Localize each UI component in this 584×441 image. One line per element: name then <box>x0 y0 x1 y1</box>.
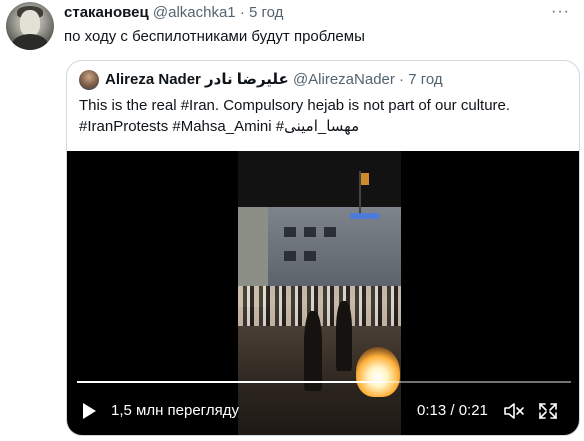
quoted-separator-dot: · <box>399 71 405 88</box>
quoted-text: This is the real #Iran. Compulsory hejab… <box>79 95 571 137</box>
quoted-avatar[interactable] <box>79 70 99 90</box>
video-person <box>304 311 322 391</box>
video-window <box>324 227 336 237</box>
separator-dot: · <box>239 4 245 21</box>
tweet-header: стакановец @alkachka1 · 5 год <box>64 4 283 22</box>
author-handle[interactable]: @alkachka1 <box>153 4 236 21</box>
video-lights <box>350 213 380 219</box>
tweet-time[interactable]: 5 год <box>249 4 283 21</box>
quoted-author-name: Alireza Nader علیرضا نادر <box>105 71 289 88</box>
video-person <box>336 301 352 371</box>
fullscreen-icon[interactable] <box>537 401 559 421</box>
video-window <box>284 251 296 261</box>
video-progress-bar[interactable] <box>77 381 571 383</box>
avatar-face <box>20 10 40 36</box>
video-controls: 1,5 млн перегляду 0:13 / 0:21 <box>67 387 579 435</box>
video-window <box>304 251 316 261</box>
video-window <box>304 227 316 237</box>
quoted-author-handle: @AlirezaNader <box>292 71 395 88</box>
avatar[interactable] <box>6 2 54 50</box>
video-timecode: 0:13 / 0:21 <box>417 402 488 419</box>
video-window <box>284 227 296 237</box>
quoted-text-line-1: This is the real #Iran. Compulsory hejab… <box>79 97 511 114</box>
play-icon[interactable] <box>83 403 96 419</box>
video-player[interactable]: 1,5 млн перегляду 0:13 / 0:21 <box>67 151 579 435</box>
tweet[interactable]: стакановец @alkachka1 · 5 год ··· по ход… <box>0 0 584 441</box>
quoted-header: Alireza Nader علیرضا نادر @AlirezaNader … <box>105 71 443 89</box>
video-progress-fill <box>77 381 384 383</box>
avatar-body <box>12 34 48 50</box>
quoted-text-line-2: #IranProtests #Mahsa_Amini #مهسا_امینی <box>79 118 360 135</box>
author-name[interactable]: стакановец <box>64 4 149 21</box>
volume-muted-icon[interactable] <box>503 401 525 421</box>
quoted-tweet[interactable]: Alireza Nader علیرضا نادر @AlirezaNader … <box>66 60 580 436</box>
more-horizontal-icon[interactable]: ··· <box>551 4 570 20</box>
video-flag <box>361 173 369 185</box>
tweet-text: по ходу с беспилотниками будут проблемы <box>64 28 365 45</box>
quoted-time: 7 год <box>408 71 443 88</box>
view-count: 1,5 млн перегляду <box>111 402 239 419</box>
